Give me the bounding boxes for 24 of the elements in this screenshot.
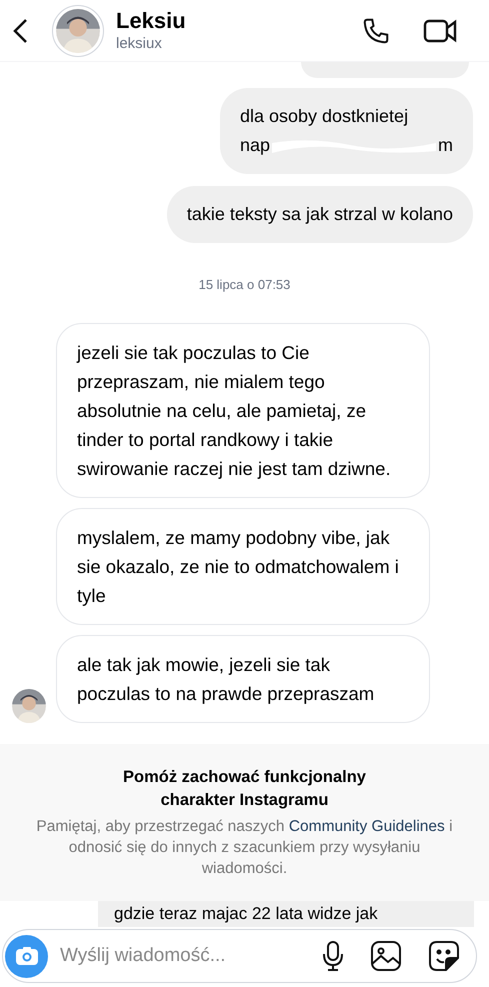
message-text: nap xyxy=(240,134,270,157)
message-text: gdzie teraz majac 22 lata widze jak xyxy=(114,904,378,923)
image-icon[interactable] xyxy=(370,940,402,972)
community-guidelines-link[interactable]: Community Guidelines xyxy=(288,818,445,835)
contact-username: leksiux xyxy=(116,34,163,54)
avatar xyxy=(56,8,100,52)
notice-title: Pomóż zachować funkcjonalny charakter Instagramu xyxy=(122,767,367,811)
sticker-icon[interactable] xyxy=(428,940,460,972)
message-text: takie teksty sa jak strzal w kolano xyxy=(186,203,453,226)
message-text: myslalem, ze mamy podobny vibe, jak sie okazalo, ze nie to odmatchowalem i tyle xyxy=(77,526,400,608)
message-text: m xyxy=(438,134,453,157)
contact-name: Leksiu xyxy=(116,7,186,35)
avatar xyxy=(12,688,46,722)
message-text: ale tak jak mowie, jezeli sie tak poczulas to na prawde przepraszam xyxy=(77,652,376,706)
back-icon[interactable] xyxy=(12,18,28,44)
message-input[interactable]: Wyślij wiadomość... xyxy=(60,942,322,970)
message-text: jezeli sie tak poczulas to Cie przepraszam, nie mialem tego absolutnie na celu, ale pamietaj, ze tinder to portal randkowy i takie swirowanie raczej nie jest tam dziwne. xyxy=(77,340,392,481)
microphone-icon[interactable] xyxy=(322,940,344,972)
timestamp: 15 lipca o 07:53 xyxy=(198,276,290,294)
camera-button[interactable] xyxy=(5,934,48,978)
notice-text: Pamiętaj, aby przestrzegać naszych Community Guidelines i odnosić się do innych z szacunkiem przy wysyłaniu wiadomości. xyxy=(35,817,454,879)
message-text: dla osoby dostknietej xyxy=(240,105,410,128)
message-composer[interactable]: Wyślij wiadomość... xyxy=(2,929,477,983)
camera-icon xyxy=(14,946,38,966)
